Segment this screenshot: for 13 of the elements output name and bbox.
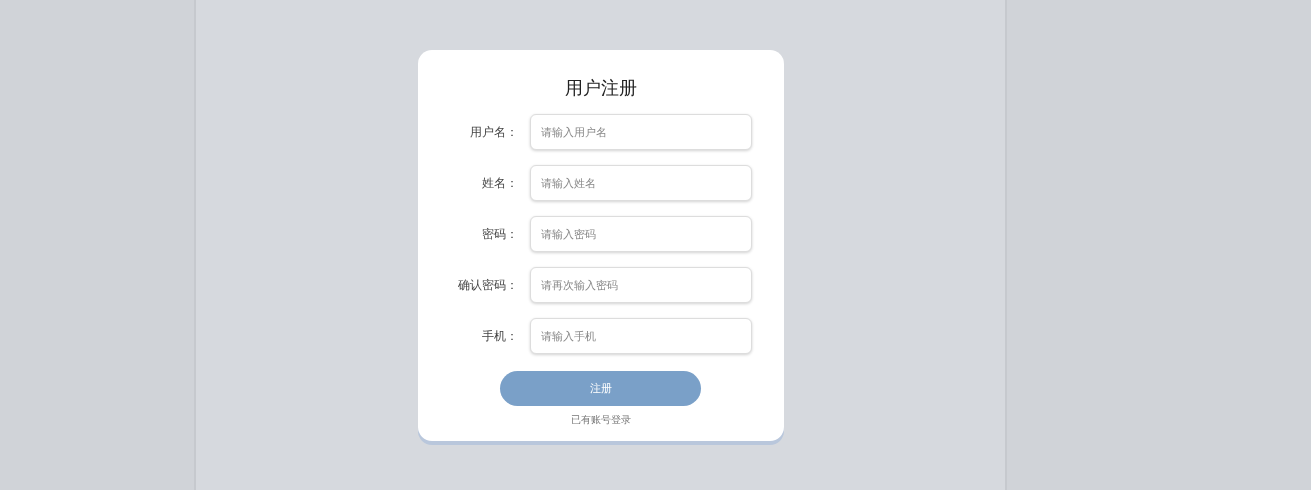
input-field[interactable]: 请输入手机 — [529, 318, 752, 354]
field-label: 用户名： — [468, 123, 519, 141]
login-link[interactable]: 已有账号登录 — [570, 413, 631, 427]
field-label: 手机： — [480, 327, 519, 345]
input-field[interactable]: 请输入密码 — [529, 216, 752, 252]
field-label: 姓名： — [480, 174, 519, 192]
input-field[interactable]: 请再次输入密码 — [529, 267, 752, 303]
field-label: 确认密码： — [456, 276, 519, 294]
form-title: 用户注册 — [564, 76, 637, 100]
input-field[interactable]: 请输入姓名 — [529, 165, 752, 201]
register-button[interactable]: 注册 — [500, 371, 701, 406]
input-field[interactable]: 请输入用户名 — [529, 114, 752, 150]
field-label: 密码： — [480, 225, 519, 243]
